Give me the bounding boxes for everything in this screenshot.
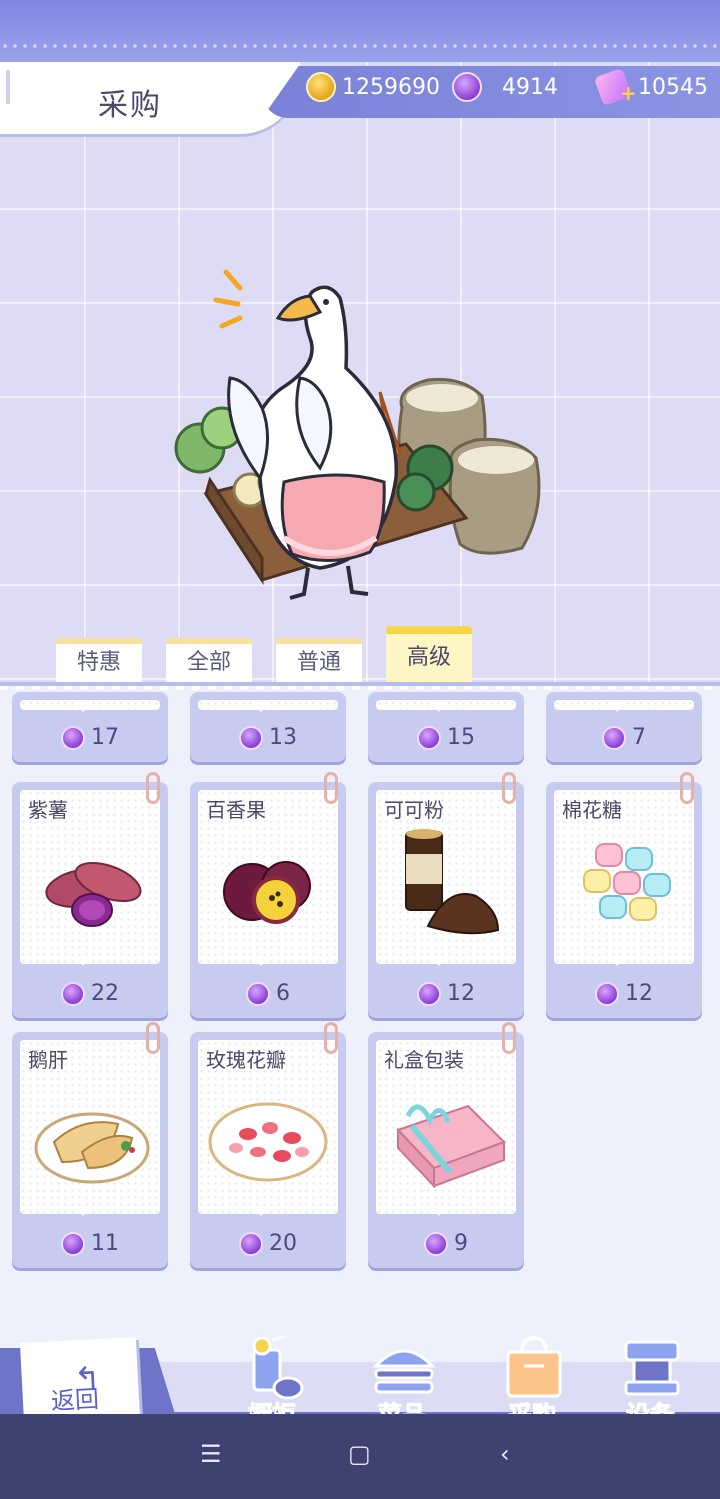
gem-icon: [239, 725, 263, 750]
gem-icon: [61, 981, 85, 1006]
gem-icon: [417, 981, 441, 1006]
gem-icon: [424, 1231, 448, 1256]
item-price: 6: [276, 981, 290, 1006]
item-price: 11: [91, 1231, 119, 1256]
tab-premium[interactable]: 高级: [386, 626, 472, 686]
ticket-amount: 10545: [638, 74, 708, 100]
rose-petals-icon: [208, 1102, 328, 1182]
item-price: 7: [632, 725, 646, 750]
item-price: 13: [269, 725, 297, 750]
gem-icon: [417, 725, 441, 750]
coffee-machine-icon: [624, 1340, 680, 1396]
paperclip-icon: [146, 772, 160, 804]
item-price: 17: [91, 725, 119, 750]
tab-special[interactable]: 特惠: [56, 638, 142, 686]
back-button[interactable]: ↰ 返回: [19, 1337, 141, 1425]
item-card-partial[interactable]: 15: [368, 692, 524, 762]
burger-icon: [372, 1349, 436, 1394]
home-icon[interactable]: ▢: [348, 1440, 371, 1468]
purple-gem-icon: [452, 72, 482, 102]
system-nav-bar: ☰ ▢ ‹: [0, 1414, 720, 1499]
back-icon[interactable]: ‹: [500, 1440, 510, 1468]
item-name: 鹅肝: [28, 1048, 68, 1072]
item-price: 12: [447, 981, 475, 1006]
header: 采购 1259690 4914 10545: [0, 60, 720, 136]
gold-currency[interactable]: 1259690: [306, 70, 440, 104]
item-price: 20: [269, 1231, 297, 1256]
item-name: 礼盒包装: [384, 1048, 464, 1072]
paperclip-icon: [146, 1022, 160, 1054]
tab-all[interactable]: 全部: [166, 638, 252, 686]
cocoa-powder-icon: [405, 829, 500, 935]
tab-normal[interactable]: 普通: [276, 638, 362, 686]
item-list-panel[interactable]: 17 13 15 7 紫薯 22 百香果 6 可可粉 12 棉花糖 12 鹅肝 …: [0, 682, 720, 1362]
marshmallow-icon: [583, 843, 671, 921]
item-card-partial[interactable]: 13: [190, 692, 346, 762]
item-price: 12: [625, 981, 653, 1006]
paperclip-icon: [324, 772, 338, 804]
shopping-bag-icon: [506, 1336, 562, 1398]
ticket-currency[interactable]: 10545: [593, 67, 708, 107]
paperclip-icon: [502, 772, 516, 804]
item-card-rose-petals[interactable]: 玫瑰花瓣 20: [190, 1022, 346, 1268]
goose-shopkeeper-illustration: [170, 268, 560, 608]
paperclip-icon: [680, 772, 694, 804]
item-name: 百香果: [206, 798, 266, 822]
gem-currency[interactable]: 4914: [452, 70, 558, 104]
gem-icon: [61, 725, 85, 750]
item-card-marshmallow[interactable]: 棉花糖 12: [546, 772, 702, 1018]
gold-coin-icon: [306, 72, 336, 102]
foie-gras-icon: [34, 1112, 150, 1184]
title-box: 采购: [0, 62, 300, 134]
paperclip-icon: [502, 1022, 516, 1054]
top-band: [0, 0, 720, 62]
gem-icon: [246, 981, 270, 1006]
item-card-partial[interactable]: 7: [546, 692, 702, 762]
item-card-passion-fruit[interactable]: 百香果 6: [190, 772, 346, 1018]
gem-icon: [239, 1231, 263, 1256]
purple-sweet-potato-icon: [45, 861, 142, 927]
item-name: 可可粉: [384, 798, 444, 822]
item-card-partial[interactable]: 17: [12, 692, 168, 762]
item-card-cocoa-powder[interactable]: 可可粉 12: [368, 772, 524, 1018]
passion-fruit-icon: [223, 861, 311, 924]
item-price: 22: [91, 981, 119, 1006]
gem-icon: [61, 1231, 85, 1256]
item-card-gift-box[interactable]: 礼盒包装 9: [368, 1022, 524, 1268]
menu-icon[interactable]: ☰: [200, 1440, 222, 1468]
item-name: 棉花糖: [562, 798, 622, 822]
gem-icon: [602, 725, 626, 750]
paperclip-icon: [324, 1022, 338, 1054]
item-price: 9: [454, 1231, 468, 1256]
drink-icon: [252, 1336, 304, 1400]
item-price: 15: [447, 725, 475, 750]
item-name: 紫薯: [28, 798, 68, 822]
gold-amount: 1259690: [342, 74, 440, 100]
item-name: 玫瑰花瓣: [206, 1048, 286, 1072]
category-tabs: 特惠 全部 普通 高级: [0, 626, 720, 686]
item-card-purple-sweet-potato[interactable]: 紫薯 22: [12, 772, 168, 1018]
page-title: 采购: [98, 88, 162, 123]
gem-amount: 4914: [502, 74, 558, 100]
gem-icon: [595, 981, 619, 1006]
gift-box-icon: [396, 1104, 506, 1189]
back-label: 返回: [50, 1385, 100, 1416]
ticket-plus-icon: [593, 67, 633, 107]
item-card-foie-gras[interactable]: 鹅肝 11: [12, 1022, 168, 1268]
